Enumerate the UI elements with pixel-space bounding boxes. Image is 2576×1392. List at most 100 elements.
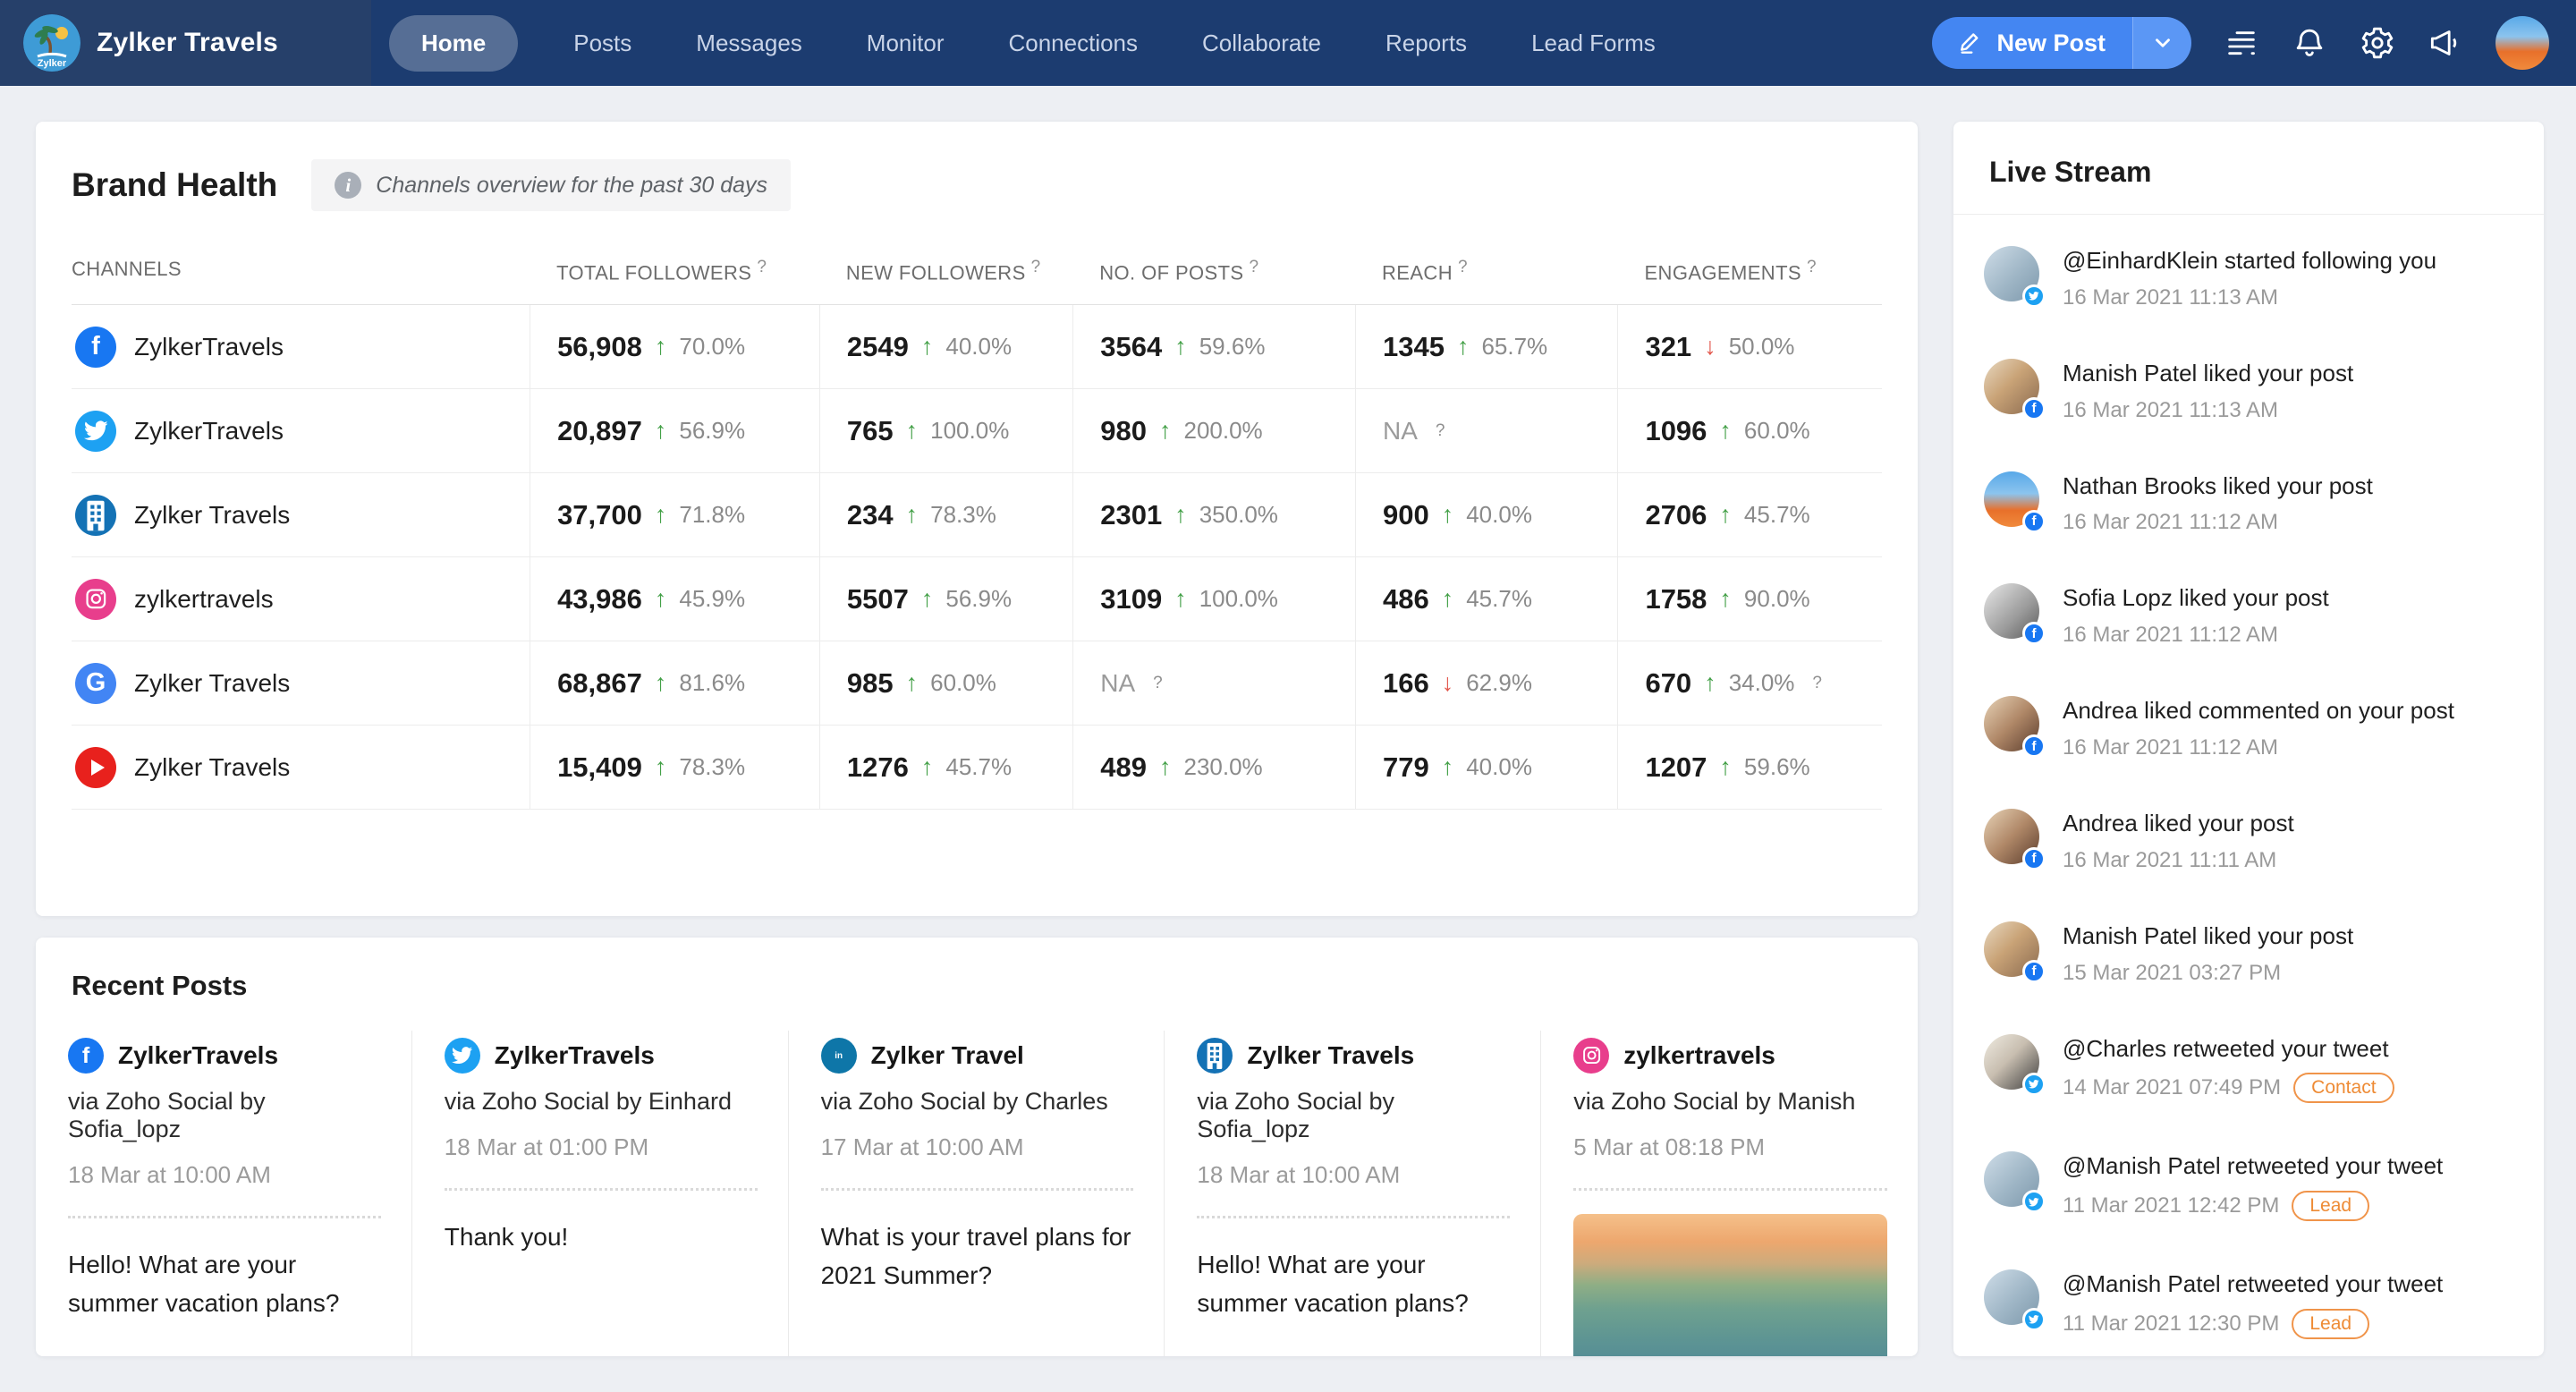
channel-cell[interactable]: ZylkerTravels [72, 389, 530, 472]
stream-text: Andrea liked your post [2063, 809, 2294, 839]
live-stream-item[interactable]: fAndrea liked your post16 Mar 2021 11:11… [1984, 785, 2513, 897]
help-icon[interactable]: ? [757, 258, 767, 276]
help-icon[interactable]: ? [1458, 258, 1468, 276]
metric-change: 50.0% [1729, 333, 1795, 361]
channel-account: ZylkerTravels [134, 333, 284, 361]
metric-cell: 37,700↑71.8% [530, 473, 819, 556]
new-post-button[interactable]: New Post [1932, 17, 2132, 69]
metric-cell: 980↑200.0% [1072, 389, 1355, 472]
new-post-dropdown-button[interactable] [2132, 17, 2191, 69]
help-icon[interactable]: ? [1153, 674, 1163, 693]
brand-logo[interactable]: Zylker [23, 14, 80, 72]
metric-cell: 1276↑45.7% [819, 726, 1072, 809]
notifications-bell-icon[interactable] [2292, 25, 2327, 61]
metric-change: 78.3% [679, 753, 745, 781]
metric-change: 34.0% [1729, 669, 1795, 697]
stream-text: Manish Patel liked your post [2063, 359, 2353, 389]
settings-gear-icon[interactable] [2360, 25, 2395, 61]
stream-text: Nathan Brooks liked your post [2063, 471, 2373, 502]
metric-value: 2706 [1645, 499, 1707, 531]
main-nav: Home Posts Messages Monitor Connections Colla… [389, 15, 1665, 72]
nav-item-home[interactable]: Home [389, 15, 518, 72]
coastal-town-marina-photo [1573, 1214, 1887, 1356]
metric-change: 65.7% [1481, 333, 1547, 361]
live-stream-item[interactable]: @Charles retweeted your tweet14 Mar 2021… [1984, 1010, 2513, 1128]
channel-cell[interactable]: GZylker Travels [72, 641, 530, 725]
live-stream-item[interactable]: fSofia Lopz liked your post16 Mar 2021 1… [1984, 559, 2513, 672]
post-head: ZylkerTravels [445, 1038, 758, 1074]
metric-value: 2301 [1100, 499, 1162, 531]
crm-badge: Lead [2292, 1191, 2369, 1221]
metric-change: 230.0% [1183, 753, 1262, 781]
stream-meta: 16 Mar 2021 11:11 AM [2063, 848, 2294, 873]
stream-meta: 11 Mar 2021 12:30 PMLead [2063, 1309, 2443, 1339]
stream-meta: 16 Mar 2021 11:12 AM [2063, 735, 2454, 760]
announcements-megaphone-icon[interactable] [2428, 25, 2463, 61]
metric-value: 2549 [847, 331, 909, 363]
help-icon[interactable]: ? [1807, 258, 1817, 276]
stream-text: @EinhardKlein started following you [2063, 246, 2436, 276]
metric-change: 71.8% [679, 501, 745, 529]
post-text: Hello! What are your summer vacation pla… [1197, 1245, 1510, 1323]
facebook-icon: f [2022, 622, 2046, 645]
nav-item-connections[interactable]: Connections [999, 15, 1147, 72]
brand-health-title: Brand Health [72, 166, 277, 204]
metric-change: 60.0% [1744, 417, 1810, 445]
brand-health-subtitle-badge: i Channels overview for the past 30 days [311, 159, 791, 211]
recent-post-card[interactable]: ZylkerTravelsvia Zoho Social by Einhard1… [412, 1031, 789, 1356]
live-stream-item[interactable]: fAndrea liked commented on your post16 M… [1984, 672, 2513, 785]
live-stream-item[interactable]: fNathan Brooks liked your post16 Mar 202… [1984, 447, 2513, 560]
stream-avatar-wrap [1984, 1269, 2039, 1325]
metric-value: 985 [847, 667, 894, 700]
metric-cell: 1096↑60.0% [1617, 389, 1882, 472]
facebook-icon: f [2022, 734, 2046, 758]
live-stream-item[interactable]: fManish Patel liked your post16 Mar 2021… [1984, 335, 2513, 447]
network-badge: f [2022, 734, 2046, 758]
channel-cell[interactable]: fZylkerTravels [72, 305, 530, 388]
channel-cell[interactable]: Zylker Travels [72, 473, 530, 556]
live-stream-item[interactable]: fManish Patel liked your post15 Mar 2021… [1984, 897, 2513, 1010]
nav-item-messages[interactable]: Messages [687, 15, 811, 72]
metric-change: 40.0% [1466, 753, 1532, 781]
help-icon[interactable]: ? [1436, 421, 1445, 441]
nav-item-collaborate[interactable]: Collaborate [1193, 15, 1330, 72]
live-stream-item[interactable]: @Manish Patel retweeted your tweet11 Mar… [1984, 1127, 2513, 1245]
channel-cell[interactable]: Zylker Travels [72, 726, 530, 809]
stream-item-body: @Charles retweeted your tweet14 Mar 2021… [2063, 1034, 2394, 1104]
stream-time: 16 Mar 2021 11:12 AM [2063, 510, 2278, 535]
column-header-label: REACH [1382, 261, 1453, 284]
stream-avatar-wrap: f [1984, 359, 2039, 414]
channel-account: zylkertravels [134, 585, 274, 614]
nav-item-monitor[interactable]: Monitor [858, 15, 953, 72]
help-icon[interactable]: ? [1250, 258, 1259, 276]
metric-change: 45.7% [1744, 501, 1810, 529]
facebook-icon: f [2022, 960, 2046, 983]
channel-cell[interactable]: zylkertravels [72, 557, 530, 641]
stream-time: 16 Mar 2021 11:11 AM [2063, 848, 2276, 873]
nav-item-posts[interactable]: Posts [564, 15, 640, 72]
metric-change: 81.6% [679, 669, 745, 697]
post-via: via Zoho Social by Sofia_lopz [68, 1088, 381, 1143]
live-stream-list[interactable]: @EinhardKlein started following you 16 Ma… [1953, 215, 2544, 1356]
metric-change: 350.0% [1199, 501, 1278, 529]
help-icon[interactable]: ? [1812, 674, 1822, 693]
live-stream-item[interactable]: @EinhardKlein started following you16 Ma… [1984, 222, 2513, 335]
new-post-label: New Post [1996, 30, 2106, 57]
recent-post-card[interactable]: fZylkerTravelsvia Zoho Social by Sofia_l… [36, 1031, 412, 1356]
trend-up-icon: ↑ [1174, 501, 1187, 529]
metric-value: 779 [1383, 751, 1429, 784]
nav-item-lead-forms[interactable]: Lead Forms [1522, 15, 1665, 72]
help-icon[interactable]: ? [1031, 258, 1041, 276]
metric-change: 56.9% [945, 585, 1012, 613]
nav-item-reports[interactable]: Reports [1377, 15, 1476, 72]
live-stream-item[interactable]: @Manish Patel retweeted your tweet11 Mar… [1984, 1245, 2513, 1356]
recent-post-card[interactable]: zylkertravelsvia Zoho Social by Manish5 … [1541, 1031, 1918, 1356]
stream-avatar-wrap: f [1984, 921, 2039, 977]
recent-post-card[interactable]: inZylker Travelvia Zoho Social by Charle… [789, 1031, 1165, 1356]
stream-avatar-wrap: f [1984, 583, 2039, 639]
linkedin-company-icon [75, 495, 116, 536]
summary-icon[interactable] [2224, 25, 2259, 61]
metric-value: 5507 [847, 583, 909, 615]
recent-post-card[interactable]: Zylker Travelsvia Zoho Social by Sofia_l… [1165, 1031, 1541, 1356]
user-avatar[interactable] [2496, 16, 2549, 70]
